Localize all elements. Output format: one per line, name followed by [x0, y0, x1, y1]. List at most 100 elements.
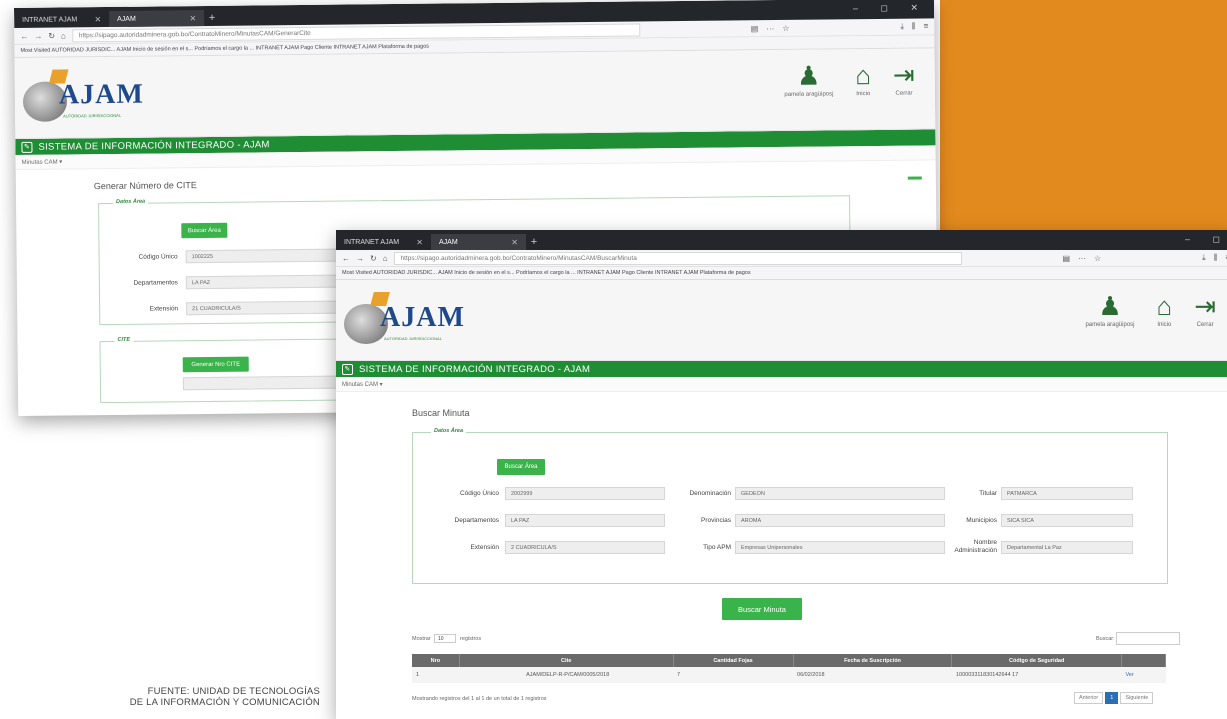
- bookmark-star-icon[interactable]: ☆: [1094, 254, 1101, 263]
- logo-tagline: AUTORIDAD JURISDICCIONAL: [63, 112, 122, 119]
- col-header[interactable]: Nro: [412, 654, 460, 667]
- buscar-area-button[interactable]: Buscar Área: [497, 459, 545, 475]
- url-bar[interactable]: https://sipago.autoridadminera.gob.bo/Co…: [393, 251, 962, 265]
- reload-icon[interactable]: ↻: [370, 254, 377, 263]
- orange-decoration: [940, 0, 1227, 235]
- progress-indicator: [907, 176, 922, 180]
- ajam-logo[interactable]: AJAM AUTORIDAD JURISDICCIONAL: [344, 288, 464, 346]
- download-icon[interactable]: ⤓: [1202, 253, 1206, 263]
- menu-dots-icon[interactable]: ···: [766, 24, 774, 33]
- departamentos-input[interactable]: LA PAZ: [505, 514, 665, 527]
- table-cell: 1: [412, 667, 460, 683]
- bookmark-star-icon[interactable]: ☆: [782, 23, 789, 32]
- denominacion-input[interactable]: GEDEON: [735, 487, 945, 500]
- ajam-logo[interactable]: AJAM AUTORIDAD JURISDICCIONAL: [22, 65, 144, 124]
- logout-button[interactable]: ⇥ Cerrar: [893, 59, 915, 97]
- source-line-2: DE LA INFORMACIÓN Y COMUNICACIÓN: [129, 697, 320, 708]
- next-page-button[interactable]: Siguiente: [1120, 692, 1154, 704]
- tab-label: AJAM: [117, 15, 136, 23]
- field-label: Nombre Administración: [954, 539, 997, 554]
- reload-icon[interactable]: ↻: [48, 31, 55, 40]
- hamburger-icon[interactable]: ≡: [924, 21, 929, 31]
- municipios-input[interactable]: SICA SICA: [1001, 514, 1133, 527]
- user-button[interactable]: ♟ pamela aragüiposj: [1085, 290, 1134, 328]
- logout-label: Cerrar: [1196, 322, 1214, 328]
- buscar-area-button[interactable]: Buscar Área: [181, 222, 228, 239]
- page-size-select[interactable]: 10: [434, 634, 456, 643]
- codigo-unico-input[interactable]: 2002999: [505, 487, 665, 500]
- logo-text: AJAM: [58, 78, 144, 111]
- user-icon: ♟: [1098, 291, 1122, 321]
- close-icon[interactable]: ✕: [416, 238, 423, 247]
- forward-arrow-icon[interactable]: →: [356, 254, 364, 263]
- prev-page-button[interactable]: Anterior: [1074, 692, 1104, 704]
- show-label: Mostrar: [412, 636, 431, 642]
- edit-icon: ✎: [21, 141, 33, 153]
- user-button[interactable]: ♟ pamela aragüiposj: [784, 59, 833, 98]
- home-button[interactable]: ⌂ Inicio: [1156, 290, 1172, 328]
- system-title: SISTEMA DE INFORMACIÓN INTEGRADO - AJAM: [359, 363, 591, 375]
- logout-button[interactable]: ⇥ Cerrar: [1194, 290, 1216, 328]
- field-label: Código Único: [459, 490, 499, 497]
- reader-icon[interactable]: ▤: [751, 24, 759, 33]
- table-cell: 06/02/2018: [793, 667, 952, 683]
- table-search-input[interactable]: [1116, 632, 1180, 645]
- home-button[interactable]: ⌂ Inicio: [855, 59, 871, 97]
- front-content: Buscar Minuta Datos Área Buscar Área Cód…: [336, 392, 1227, 712]
- system-title: SISTEMA DE INFORMACIÓN INTEGRADO - AJAM: [38, 138, 270, 153]
- home-nav-icon[interactable]: ⌂: [61, 31, 66, 40]
- field-label: Municipios: [966, 517, 997, 524]
- window-controls[interactable]: – ◻: [1185, 234, 1227, 245]
- titular-input[interactable]: PATMARCA: [1001, 487, 1133, 500]
- tab-label: INTRANET AJAM: [344, 238, 400, 246]
- nav-bar: ← → ↻ ⌂ https://sipago.autoridadminera.g…: [336, 250, 1227, 267]
- system-title-bar: ✎ SISTEMA DE INFORMACIÓN INTEGRADO - AJAM: [336, 361, 1227, 377]
- tab-intranet[interactable]: INTRANET AJAM ✕: [14, 11, 109, 28]
- field-label: Extensión: [470, 544, 499, 551]
- tipo-apm-input[interactable]: Empresas Unipersonales: [735, 541, 945, 554]
- reader-icon[interactable]: ▤: [1062, 254, 1070, 263]
- logo-tagline: AUTORIDAD JURISDICCIONAL: [384, 336, 442, 341]
- close-icon[interactable]: ✕: [94, 15, 101, 24]
- logout-icon: ⇥: [1194, 291, 1216, 321]
- close-icon[interactable]: ✕: [189, 14, 196, 23]
- tab-ajam[interactable]: AJAM ✕: [109, 10, 205, 28]
- source-caption: FUENTE: UNIDAD DE TECNOLOGÍAS DE LA INFO…: [40, 686, 320, 708]
- col-header: [1121, 654, 1167, 667]
- download-icon[interactable]: ⤓: [900, 22, 904, 32]
- home-nav-icon[interactable]: ⌂: [383, 254, 388, 263]
- page-title: Buscar Minuta: [412, 408, 470, 418]
- tab-ajam[interactable]: AJAM ✕: [431, 234, 526, 250]
- table-row: 1 AJAM/DELP-R-P/CAM/0005/2018 7 06/02/20…: [412, 667, 1166, 683]
- submenu-minutas[interactable]: Minutas CAM ▾: [336, 377, 1227, 392]
- menu-dots-icon[interactable]: ···: [1078, 254, 1086, 263]
- provincias-input[interactable]: AROMA: [735, 514, 945, 527]
- generar-cite-button[interactable]: Generar Nro CITE: [182, 356, 249, 373]
- col-header[interactable]: Fecha de Suscripción: [793, 654, 953, 667]
- new-tab-button[interactable]: +: [204, 10, 220, 26]
- new-tab-button[interactable]: +: [526, 234, 542, 250]
- buscar-minuta-button[interactable]: Buscar Minuta: [722, 598, 802, 620]
- show-suffix: registros: [460, 636, 482, 642]
- nombre-administracion-input[interactable]: Departamental La Paz: [1001, 541, 1133, 554]
- edit-icon: ✎: [342, 363, 353, 375]
- col-header[interactable]: Código de Seguridad: [951, 654, 1122, 667]
- field-label: Denominación: [689, 490, 731, 497]
- col-header[interactable]: Cite: [459, 654, 674, 667]
- window-controls[interactable]: – ◻ ✕: [853, 2, 928, 14]
- fieldset-legend: Datos Área: [431, 428, 467, 434]
- library-icon[interactable]: ⫼: [912, 22, 916, 32]
- ver-link[interactable]: Ver: [1121, 667, 1166, 683]
- tab-intranet[interactable]: INTRANET AJAM ✕: [336, 234, 431, 250]
- forward-arrow-icon[interactable]: →: [34, 31, 42, 40]
- table-cell: 100003311830142644 17: [951, 667, 1122, 683]
- page-size-value: 10: [438, 635, 444, 642]
- page-1-button[interactable]: 1: [1105, 692, 1119, 704]
- bookmarks-bar[interactable]: Most Visited AUTORIDAD JURISDIC... AJAM …: [336, 267, 1227, 280]
- close-icon[interactable]: ✕: [511, 238, 518, 247]
- extension-input[interactable]: 2 CUADRICULA/S: [505, 541, 665, 554]
- col-header[interactable]: Cantidad Fojas: [673, 654, 794, 667]
- back-arrow-icon[interactable]: ←: [342, 254, 350, 263]
- library-icon[interactable]: ⫼: [1214, 253, 1218, 263]
- back-arrow-icon[interactable]: ←: [20, 31, 28, 40]
